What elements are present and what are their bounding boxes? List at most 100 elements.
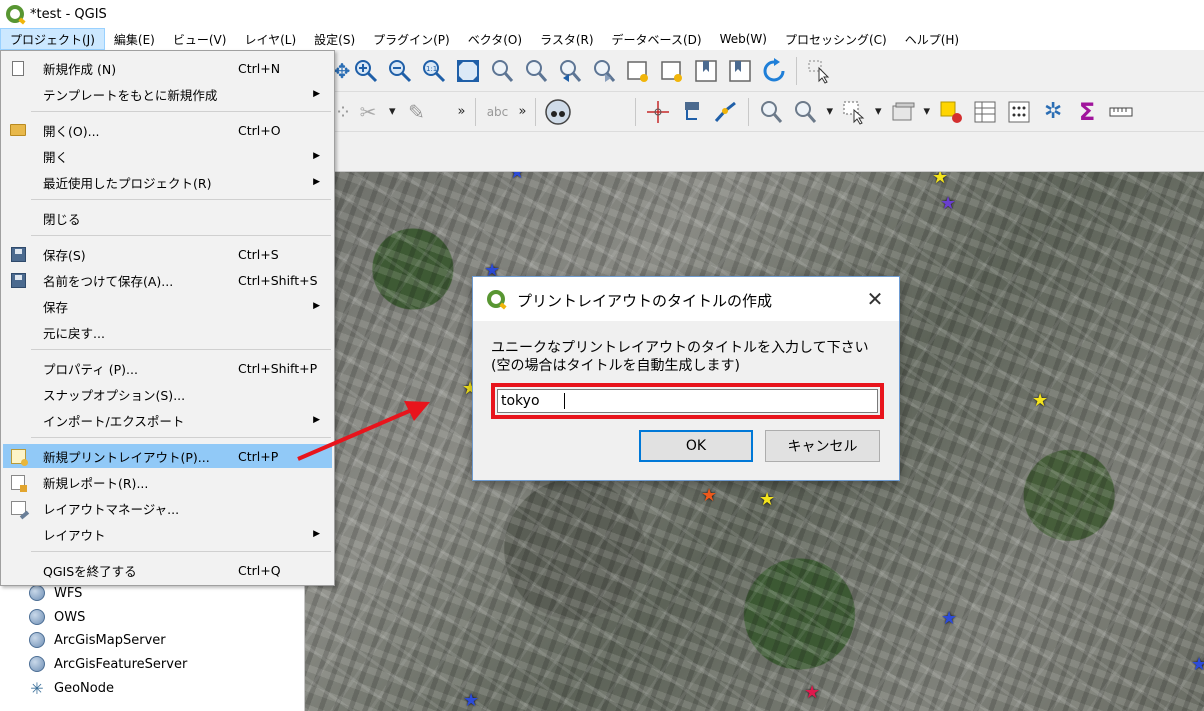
browser-item-ows[interactable]: OWS xyxy=(28,606,85,628)
new-3d-map-view-icon[interactable] xyxy=(657,56,687,86)
globe-plugin-icon[interactable] xyxy=(543,97,573,127)
menu-separator xyxy=(31,349,331,350)
ok-button[interactable]: OK xyxy=(639,430,753,462)
arcgis-globe-icon xyxy=(28,631,46,649)
attribute-table-icon[interactable] xyxy=(970,97,1000,127)
menu-item-import-export[interactable]: インポート/エクスポート ▶ xyxy=(3,408,332,432)
menu-help[interactable]: ヘルプ(H) xyxy=(896,28,968,50)
menu-item-snapping-options[interactable]: スナップオプション(S)... xyxy=(3,382,332,406)
zoom-to-layer-icon[interactable] xyxy=(521,56,551,86)
menu-item-close[interactable]: 閉じる xyxy=(3,206,332,230)
zoom-full-icon[interactable] xyxy=(453,56,483,86)
new-map-view-icon[interactable] xyxy=(623,56,653,86)
dropdown-arrow-icon[interactable]: ▾ xyxy=(822,104,837,119)
dropdown-arrow-icon[interactable]: ▾ xyxy=(385,104,400,119)
zoom-next-icon[interactable] xyxy=(589,56,619,86)
menu-layer[interactable]: レイヤ(L) xyxy=(235,28,305,50)
digitize-line-icon[interactable] xyxy=(711,97,741,127)
submenu-arrow-icon: ▶ xyxy=(313,415,320,425)
menu-item-save-to[interactable]: 保存 ▶ xyxy=(3,294,332,318)
toolbar-overflow-icon[interactable]: » xyxy=(515,104,531,119)
crosshair-icon[interactable] xyxy=(643,97,673,127)
menu-item-new-report[interactable]: 新規レポート(R)... xyxy=(3,470,332,494)
menu-item-save[interactable]: 保存(S) Ctrl+S xyxy=(3,242,332,266)
dropdown-arrow-icon[interactable]: ▾ xyxy=(920,104,935,119)
menu-item-layouts[interactable]: レイアウト ▶ xyxy=(3,522,332,546)
refresh-icon[interactable] xyxy=(759,56,789,86)
toolbar-overflow-icon[interactable]: » xyxy=(454,104,470,119)
gps-tool-icon[interactable] xyxy=(677,97,707,127)
toolbar-separator xyxy=(535,97,537,126)
zoom-last-icon[interactable] xyxy=(555,56,585,86)
menu-vector[interactable]: ベクタ(O) xyxy=(459,28,531,50)
menu-processing[interactable]: プロセッシング(C) xyxy=(776,28,896,50)
deselect-features-icon[interactable] xyxy=(936,97,966,127)
menu-separator xyxy=(31,199,331,200)
submenu-arrow-icon: ▶ xyxy=(313,177,320,187)
dialog-message-line: ユニークなプリントレイアウトのタイトルを入力して下さい xyxy=(491,340,869,356)
node-tool-icon[interactable]: ⁘ xyxy=(335,97,352,127)
vertex-tool-icon[interactable]: ✂ xyxy=(353,97,383,127)
digitizing-toolbar: ⁘ ✂ ▾ ✎ » abc » ▾ ▾ ▾ ✲ Σ xyxy=(335,92,1204,132)
menu-item-new-print-layout[interactable]: 新規プリントレイアウト(P)... Ctrl+P xyxy=(3,444,332,468)
close-icon[interactable]: ✕ xyxy=(861,285,889,313)
submenu-arrow-icon: ▶ xyxy=(313,151,320,161)
label-tool-icon[interactable]: abc xyxy=(483,97,513,127)
toolbar-separator xyxy=(796,56,797,85)
browser-item-arcgis-feature-server[interactable]: ArcGisFeatureServer xyxy=(28,653,187,675)
menu-project[interactable]: プロジェクト(J) xyxy=(0,28,105,50)
zoom-to-selection-icon[interactable] xyxy=(487,56,517,86)
menu-item-properties[interactable]: プロパティ (P)... Ctrl+Shift+P xyxy=(3,356,332,380)
select-by-attribute-icon[interactable] xyxy=(888,97,918,127)
menu-raster[interactable]: ラスタ(R) xyxy=(531,28,602,50)
browser-item-geonode[interactable]: ✳ GeoNode xyxy=(28,677,114,699)
menu-view[interactable]: ビュー(V) xyxy=(164,28,236,50)
qgis-logo-icon xyxy=(6,5,24,23)
zoom-native-resolution-icon[interactable]: 1:1 xyxy=(419,56,449,86)
toolbar-area-empty xyxy=(335,132,1204,172)
select-features-icon[interactable] xyxy=(839,97,869,127)
select-cursor-icon[interactable] xyxy=(804,56,834,86)
menu-edit[interactable]: 編集(E) xyxy=(105,28,164,50)
menu-item-open-from[interactable]: 開く ▶ xyxy=(3,144,332,168)
menu-plugins[interactable]: プラグイン(P) xyxy=(364,28,459,50)
menu-item-new-from-template[interactable]: テンプレートをもとに新規作成 ▶ xyxy=(3,82,332,106)
menu-item-save-as[interactable]: 名前をつけて保存(A)... Ctrl+Shift+S xyxy=(3,268,332,292)
field-calculator-icon[interactable] xyxy=(1004,97,1034,127)
annotation-highlight-box xyxy=(491,383,884,419)
menu-item-exit-qgis[interactable]: QGISを終了する Ctrl+Q xyxy=(3,558,332,582)
zoom-in-icon[interactable] xyxy=(351,56,381,86)
menu-settings[interactable]: 設定(S) xyxy=(305,28,364,50)
menu-database[interactable]: データベース(D) xyxy=(603,28,711,50)
menu-item-recent-projects[interactable]: 最近使用したプロジェクト(R) ▶ xyxy=(3,170,332,194)
edit-pencil-icon[interactable]: ✎ xyxy=(402,97,432,127)
new-document-icon xyxy=(9,59,27,77)
menu-item-layout-manager[interactable]: レイアウトマネージャ... xyxy=(3,496,332,520)
menu-item-revert[interactable]: 元に戻す... xyxy=(3,320,332,344)
processing-gear-icon[interactable]: ✲ xyxy=(1038,97,1068,127)
geonode-icon: ✳ xyxy=(30,678,44,698)
submenu-arrow-icon: ▶ xyxy=(313,301,320,311)
title-bar: *test - QGIS xyxy=(0,0,1204,28)
new-bookmark-icon[interactable] xyxy=(691,56,721,86)
identify-features-icon[interactable] xyxy=(756,97,786,127)
statistics-sigma-icon[interactable]: Σ xyxy=(1072,97,1102,127)
action-tool-icon[interactable] xyxy=(790,97,820,127)
map-point-marker: ★ xyxy=(941,608,958,629)
pan-to-selection-icon[interactable]: ✥ xyxy=(334,56,351,86)
dropdown-arrow-icon[interactable]: ▾ xyxy=(871,104,886,119)
browser-item-arcgis-map-server[interactable]: ArcGisMapServer xyxy=(28,629,166,651)
layout-title-input[interactable] xyxy=(497,389,878,413)
show-bookmarks-icon[interactable] xyxy=(725,56,755,86)
zoom-out-icon[interactable] xyxy=(385,56,415,86)
toolbar-separator xyxy=(635,97,637,126)
menu-web[interactable]: Web(W) xyxy=(711,28,776,50)
menu-separator xyxy=(31,111,331,112)
menu-item-new[interactable]: 新規作成 (N) Ctrl+N xyxy=(3,56,332,80)
measure-ruler-icon[interactable] xyxy=(1106,97,1136,127)
menu-item-open[interactable]: 開く(O)... Ctrl+O xyxy=(3,118,332,142)
toolbar-separator xyxy=(748,97,750,126)
browser-item-label: WFS xyxy=(54,585,83,601)
cancel-button[interactable]: キャンセル xyxy=(765,430,880,462)
save-as-icon xyxy=(9,271,27,289)
